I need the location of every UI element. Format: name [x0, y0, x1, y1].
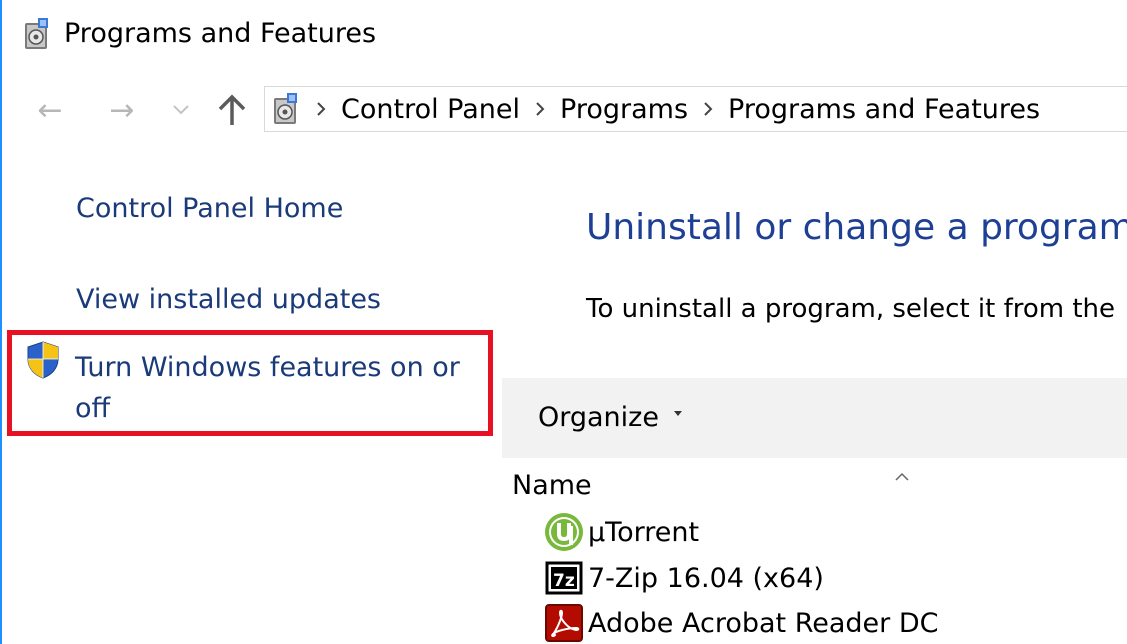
7zip-icon: 7z: [545, 561, 583, 595]
column-name-label[interactable]: Name: [512, 470, 592, 501]
chevron-down-icon: [173, 105, 189, 115]
title-bar: Programs and Features: [0, 0, 1127, 72]
svg-text:7z: 7z: [553, 571, 575, 591]
forward-arrow-icon: →: [109, 92, 135, 128]
window-title: Programs and Features: [64, 18, 377, 49]
programs-and-features-window: Programs and Features ← → Control Panel …: [0, 0, 1127, 644]
page-description: To uninstall a program, select it from t…: [586, 294, 1116, 324]
forward-button[interactable]: →: [100, 84, 144, 136]
breadcrumb-separator-icon[interactable]: [534, 100, 546, 118]
sort-ascending-icon: [895, 472, 909, 481]
program-name: 7-Zip 16.04 (x64): [588, 562, 824, 594]
view-installed-updates-link[interactable]: View installed updates: [76, 284, 381, 315]
breadcrumb-programs[interactable]: Programs: [560, 94, 688, 125]
control-panel-home-link[interactable]: Control Panel Home: [76, 193, 343, 224]
program-name: Adobe Acrobat Reader DC: [588, 607, 939, 639]
windows-features-highlight[interactable]: Turn Windows features on or off: [7, 330, 493, 436]
page-title: Uninstall or change a program: [586, 207, 1127, 248]
column-header-name[interactable]: Name: [512, 470, 1127, 506]
control-panel-icon: [274, 93, 297, 124]
back-button[interactable]: ←: [28, 84, 72, 136]
turn-windows-features-link[interactable]: Turn Windows features on or off: [75, 347, 475, 429]
utorrent-icon: [545, 513, 583, 551]
command-toolbar: Organize: [502, 378, 1127, 458]
recent-locations-button[interactable]: [166, 84, 196, 136]
up-arrow-icon: [218, 94, 246, 125]
program-row-utorrent[interactable]: µTorrent: [544, 511, 699, 553]
acrobat-reader-icon: [545, 604, 583, 642]
address-bar[interactable]: Control Panel Programs Programs and Feat…: [264, 86, 1127, 132]
control-panel-icon: [25, 18, 48, 49]
program-name: µTorrent: [588, 516, 700, 548]
program-row-7zip[interactable]: 7z 7-Zip 16.04 (x64): [544, 557, 824, 599]
program-row-adobe-acrobat[interactable]: Adobe Acrobat Reader DC: [544, 602, 939, 644]
up-button[interactable]: [210, 84, 254, 136]
uac-shield-icon: [27, 341, 59, 379]
breadcrumb-programs-and-features[interactable]: Programs and Features: [728, 94, 1040, 125]
back-arrow-icon: ←: [37, 92, 63, 128]
breadcrumb-separator-icon[interactable]: [315, 100, 327, 118]
breadcrumb-control-panel[interactable]: Control Panel: [341, 94, 520, 125]
breadcrumb-separator-icon[interactable]: [702, 100, 714, 118]
organize-button[interactable]: Organize: [538, 402, 659, 433]
caret-down-icon[interactable]: [674, 411, 682, 417]
navigation-bar: ← → Control Panel Programs Programs and …: [0, 84, 1127, 136]
